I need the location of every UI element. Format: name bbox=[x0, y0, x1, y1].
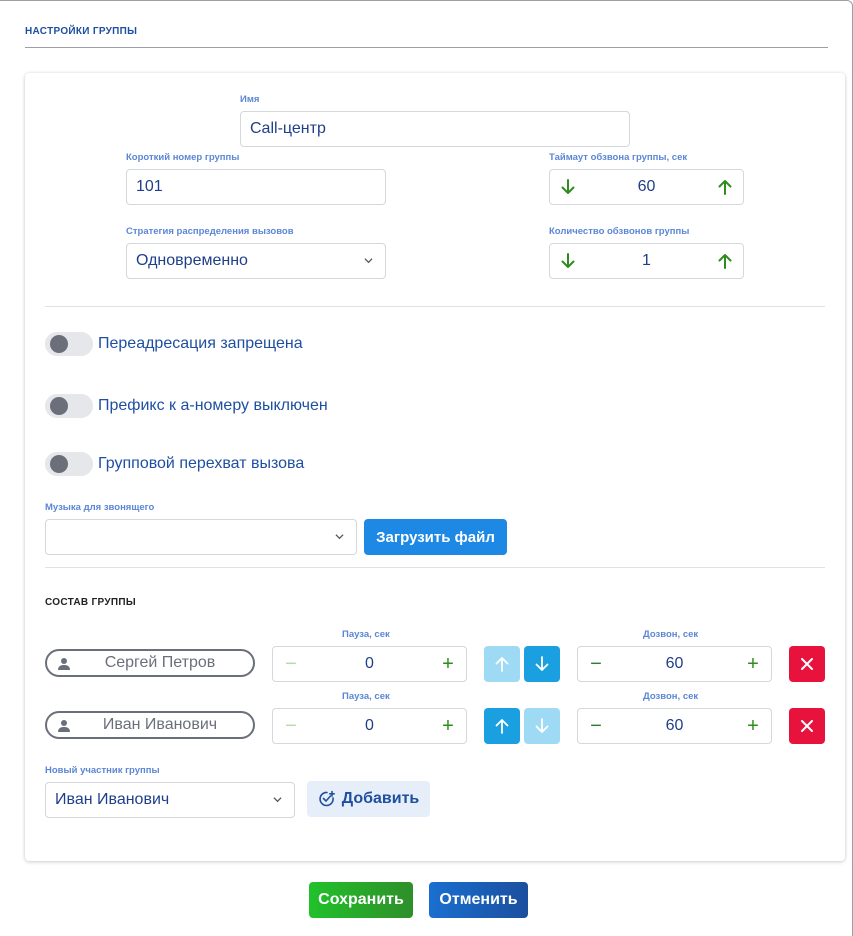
dial-value: 60 bbox=[665, 717, 684, 734]
strategy-select[interactable]: Одновременно bbox=[126, 243, 386, 279]
short-number-label: Короткий номер группы bbox=[126, 152, 240, 163]
rounds-value: 1 bbox=[642, 252, 651, 269]
members-title: СОСТАВ ГРУППЫ bbox=[45, 597, 136, 608]
rounds-label: Количество обзвонов группы bbox=[549, 226, 690, 237]
toggle-prefix[interactable] bbox=[45, 394, 93, 418]
rounds-stepper[interactable]: 1 bbox=[549, 243, 744, 279]
pause-value: 0 bbox=[365, 655, 374, 672]
short-number-input[interactable]: 101 bbox=[126, 169, 386, 205]
toggle-knob bbox=[50, 397, 68, 415]
close-icon bbox=[801, 658, 813, 670]
add-check-icon bbox=[319, 790, 335, 807]
add-member-label: Добавить bbox=[341, 790, 420, 807]
delete-member-button[interactable] bbox=[789, 646, 825, 682]
chevron-down-icon bbox=[273, 797, 282, 803]
timeout-stepper[interactable]: 60 bbox=[549, 169, 744, 205]
toggle-forwarding-label: Переадресация запрещена bbox=[98, 335, 303, 352]
toggle-group-pickup[interactable] bbox=[45, 452, 93, 476]
dial-stepper[interactable]: − 60 + bbox=[577, 708, 772, 744]
add-member-button[interactable]: Добавить bbox=[307, 781, 430, 817]
person-icon bbox=[58, 658, 70, 670]
minus-icon[interactable]: − bbox=[283, 654, 299, 674]
save-button[interactable]: Сохранить bbox=[309, 882, 413, 918]
name-label: Имя bbox=[240, 94, 260, 105]
new-member-select[interactable]: Иван Иванович bbox=[45, 782, 295, 818]
arrow-down-icon bbox=[535, 718, 549, 733]
member-chip: Иван Иванович bbox=[45, 711, 255, 739]
toggle-knob bbox=[50, 335, 68, 353]
music-select[interactable] bbox=[45, 519, 357, 555]
arrow-up-icon[interactable] bbox=[717, 179, 733, 195]
name-value: Call-центр bbox=[250, 120, 326, 137]
dial-label: Дозвон, сек bbox=[643, 629, 699, 640]
member-chip: Сергей Петров bbox=[45, 649, 255, 677]
chevron-down-icon bbox=[335, 534, 344, 540]
music-label: Музыка для звонящего bbox=[45, 502, 155, 513]
dial-stepper[interactable]: − 60 + bbox=[577, 646, 772, 682]
pause-label: Пауза, сек bbox=[342, 691, 390, 702]
upload-file-button[interactable]: Загрузить файл bbox=[364, 519, 507, 555]
toggle-knob bbox=[50, 455, 68, 473]
close-icon bbox=[801, 720, 813, 732]
short-number-value: 101 bbox=[136, 178, 163, 195]
timeout-label: Таймаут обзвона группы, сек bbox=[549, 152, 688, 163]
pause-stepper[interactable]: − 0 + bbox=[272, 646, 467, 682]
plus-icon[interactable]: + bbox=[440, 654, 456, 674]
delete-member-button[interactable] bbox=[789, 708, 825, 744]
pause-label: Пауза, сек bbox=[342, 629, 390, 640]
move-up-button[interactable] bbox=[484, 708, 520, 744]
plus-icon[interactable]: + bbox=[745, 654, 761, 674]
person-icon bbox=[58, 720, 70, 732]
arrow-up-icon bbox=[495, 719, 509, 734]
member-name: Иван Иванович bbox=[102, 716, 218, 733]
dial-value: 60 bbox=[665, 655, 684, 672]
settings-card: Имя Call-центр Короткий номер группы 101… bbox=[25, 73, 845, 861]
minus-icon[interactable]: − bbox=[588, 654, 604, 674]
minus-icon[interactable]: − bbox=[283, 716, 299, 736]
title-divider bbox=[25, 47, 828, 48]
toggle-prefix-label: Префикс к а-номеру выключен bbox=[98, 397, 328, 414]
pause-stepper[interactable]: − 0 + bbox=[272, 708, 467, 744]
minus-icon[interactable]: − bbox=[588, 716, 604, 736]
arrow-down-icon bbox=[535, 656, 549, 671]
toggle-forwarding[interactable] bbox=[45, 332, 93, 356]
move-down-button[interactable] bbox=[524, 646, 560, 682]
cancel-button[interactable]: Отменить bbox=[429, 882, 528, 918]
chevron-down-icon bbox=[364, 258, 373, 264]
toggle-group-pickup-label: Групповой перехват вызова bbox=[98, 455, 305, 472]
move-up-button[interactable] bbox=[484, 646, 520, 682]
arrow-down-icon[interactable] bbox=[560, 179, 576, 195]
strategy-value: Одновременно bbox=[136, 252, 248, 269]
arrow-down-icon[interactable] bbox=[560, 253, 576, 269]
new-member-value: Иван Иванович bbox=[55, 791, 170, 808]
section-divider bbox=[45, 306, 825, 307]
move-down-button[interactable] bbox=[524, 708, 560, 744]
timeout-value: 60 bbox=[637, 178, 656, 195]
plus-icon[interactable]: + bbox=[745, 716, 761, 736]
pause-value: 0 bbox=[365, 717, 374, 734]
arrow-up-icon bbox=[495, 657, 509, 672]
plus-icon[interactable]: + bbox=[440, 716, 456, 736]
dial-label: Дозвон, сек bbox=[643, 691, 699, 702]
name-input[interactable]: Call-центр bbox=[240, 111, 630, 147]
strategy-label: Стратегия распределения вызовов bbox=[126, 226, 294, 237]
member-name: Сергей Петров bbox=[104, 654, 216, 671]
arrow-up-icon[interactable] bbox=[717, 253, 733, 269]
new-member-label: Новый участник группы bbox=[45, 765, 160, 776]
section-divider bbox=[45, 567, 825, 568]
page-title: НАСТРОЙКИ ГРУППЫ bbox=[25, 26, 138, 37]
